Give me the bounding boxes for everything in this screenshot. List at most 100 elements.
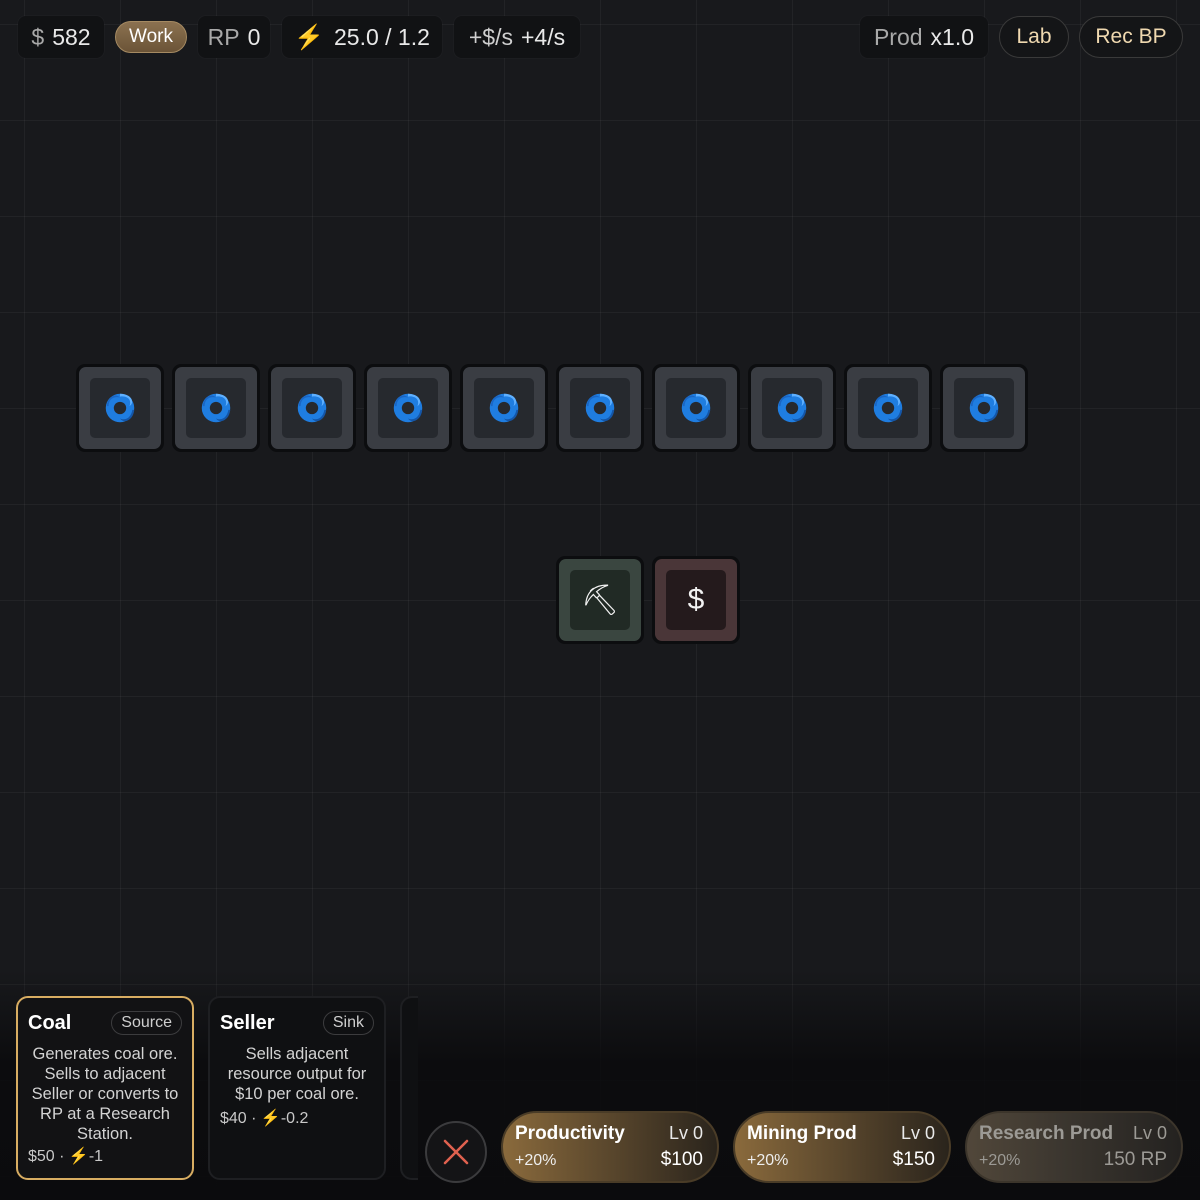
tile-face <box>367 367 449 449</box>
card-description: Sells adjacent resource output for $10 p… <box>227 1045 367 1103</box>
money-display: $ 582 <box>18 16 104 58</box>
build-card-coal[interactable]: Coal Source Generates coal ore. Sells to… <box>16 996 194 1180</box>
income-display: +$/s +4/s <box>454 16 580 58</box>
income-label: +$/s <box>468 23 513 50</box>
tile-inner <box>378 378 438 438</box>
coal-miner-tile[interactable]: ⛏ <box>556 556 644 644</box>
card-title: Coal <box>28 1011 72 1034</box>
tile-inner <box>570 378 630 438</box>
tile-inner <box>762 378 822 438</box>
card-cost: $50 · ⚡-1 <box>28 1146 182 1166</box>
tile-inner <box>282 378 342 438</box>
prod-label: Prod <box>873 23 923 50</box>
prod-multiplier-display: Prod x1.0 <box>860 16 988 58</box>
generator-tile[interactable] <box>76 364 164 452</box>
card-tag: Source <box>111 1011 182 1035</box>
swirl-icon <box>681 393 711 423</box>
prod-value: x1.0 <box>930 23 975 50</box>
money-value: 582 <box>52 23 91 50</box>
lab-button[interactable]: Lab <box>999 16 1069 58</box>
upgrade-level: Lv 0 <box>668 1123 703 1143</box>
generator-tile[interactable] <box>844 364 932 452</box>
money-symbol: $ <box>31 23 45 50</box>
swirl-icon <box>969 393 999 423</box>
card-cost-power: -1 <box>88 1148 104 1165</box>
rp-value: 0 <box>247 23 261 50</box>
lab-button-label: Lab <box>1016 25 1052 48</box>
rp-display: RP 0 <box>198 16 270 58</box>
upgrade-name: Productivity <box>515 1123 625 1144</box>
tile-face <box>655 367 737 449</box>
pickaxe-icon: ⛏ <box>570 570 630 630</box>
swirl-icon <box>201 393 231 423</box>
upgrade-bonus: +20% <box>747 1152 789 1169</box>
tile-face <box>943 367 1025 449</box>
tile-face <box>271 367 353 449</box>
tile-inner <box>90 378 150 438</box>
card-title: Seller <box>220 1011 275 1034</box>
generator-tile[interactable] <box>172 364 260 452</box>
generator-tile[interactable] <box>940 364 1028 452</box>
swirl-icon <box>297 393 327 423</box>
upgrade-name: Mining Prod <box>747 1123 857 1144</box>
tile-inner <box>954 378 1014 438</box>
upgrade-research-prod-button[interactable]: Research Prod Lv 0 +20% 150 RP <box>965 1111 1183 1183</box>
dollar-icon: $ <box>666 570 726 630</box>
swirl-icon <box>489 393 519 423</box>
upgrade-level: Lv 0 <box>1132 1123 1167 1143</box>
upgrade-bonus: +20% <box>515 1152 557 1169</box>
card-cost: $40 · ⚡-0.2 <box>220 1108 374 1128</box>
generator-tile[interactable] <box>460 364 548 452</box>
power-value: 25.0 / 1.2 <box>333 23 430 50</box>
tile-face <box>751 367 833 449</box>
top-bar: $ 582 Work RP 0 ⚡ 25.0 / 1.2 +$/s +4/s P… <box>18 16 1183 58</box>
swirl-icon <box>873 393 903 423</box>
cancel-build-button[interactable] <box>425 1121 487 1183</box>
power-display: ⚡ 25.0 / 1.2 <box>282 16 442 58</box>
tile-face <box>847 367 929 449</box>
generator-tile[interactable] <box>556 364 644 452</box>
lightning-icon: ⚡ <box>260 1110 281 1127</box>
upgrade-price: $100 <box>660 1149 703 1170</box>
upgrade-level: Lv 0 <box>900 1123 935 1143</box>
tile-inner <box>858 378 918 438</box>
card-cost-money: $50 · <box>28 1148 69 1165</box>
upgrade-productivity-button[interactable]: Productivity Lv 0 +20% $100 <box>501 1111 719 1183</box>
tile-face <box>463 367 545 449</box>
lightning-icon: ⚡ <box>294 23 324 51</box>
tile-face <box>559 367 641 449</box>
card-cost-money: $40 · <box>220 1110 261 1127</box>
work-button-label: Work <box>129 26 173 47</box>
lightning-icon: ⚡ <box>68 1148 89 1165</box>
tile-inner <box>474 378 534 438</box>
rec-bp-button[interactable]: Rec BP <box>1079 16 1183 58</box>
tile-inner <box>186 378 246 438</box>
tile-face: $ <box>655 559 737 641</box>
tile-face: ⛏ <box>559 559 641 641</box>
generator-tile[interactable] <box>652 364 740 452</box>
generator-tile[interactable] <box>748 364 836 452</box>
work-button[interactable]: Work <box>115 21 187 53</box>
swirl-icon <box>393 393 423 423</box>
card-description: Generates coal ore. Sells to adjacent Se… <box>31 1045 179 1143</box>
upgrade-bonus: +20% <box>979 1152 1021 1169</box>
seller-tile[interactable]: $ <box>652 556 740 644</box>
upgrade-price: 150 RP <box>1103 1149 1167 1170</box>
card-tag: Sink <box>322 1011 374 1035</box>
income-value: +4/s <box>521 23 566 50</box>
generator-tile[interactable] <box>364 364 452 452</box>
tile-face <box>175 367 257 449</box>
upgrade-price: $150 <box>892 1149 935 1170</box>
build-card-seller[interactable]: Seller Sink Sells adjacent resource outp… <box>208 996 386 1180</box>
tile-inner <box>666 378 726 438</box>
swirl-icon <box>585 393 615 423</box>
rp-label: RP <box>207 23 240 50</box>
card-cost-power: -0.2 <box>280 1110 309 1127</box>
generator-tile[interactable] <box>268 364 356 452</box>
upgrade-mining-prod-button[interactable]: Mining Prod Lv 0 +20% $150 <box>733 1111 951 1183</box>
upgrade-name: Research Prod <box>979 1123 1114 1144</box>
swirl-icon <box>105 393 135 423</box>
close-icon <box>443 1139 469 1165</box>
rec-bp-button-label: Rec BP <box>1095 25 1167 48</box>
build-card-next-peek[interactable] <box>400 996 418 1180</box>
